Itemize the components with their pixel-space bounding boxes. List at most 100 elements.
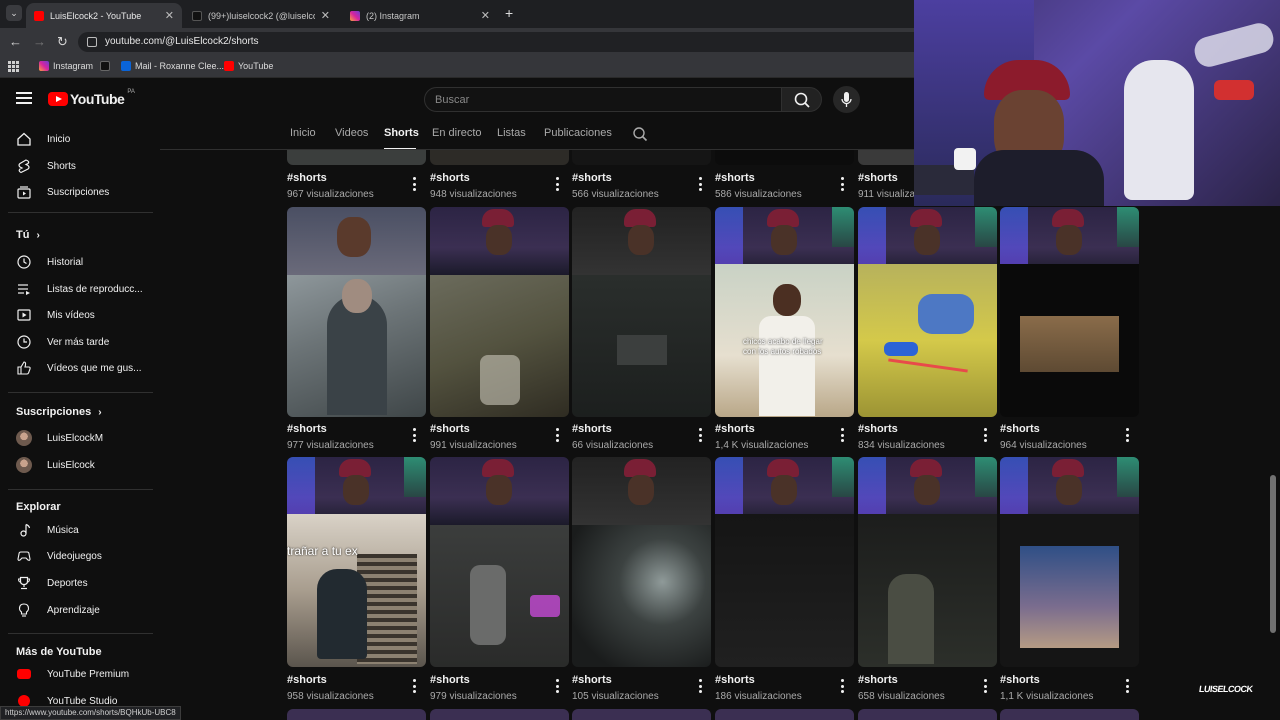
tab-shorts[interactable]: Shorts	[384, 127, 419, 139]
short-title[interactable]: #shorts	[287, 172, 327, 184]
sidebar-item-videos-gustan[interactable]: Vídeos que me gus...	[0, 355, 152, 381]
more-options-icon[interactable]	[1124, 428, 1130, 442]
more-options-icon[interactable]	[1124, 679, 1130, 693]
short-thumbnail[interactable]	[1000, 207, 1139, 417]
more-options-icon[interactable]	[554, 679, 560, 693]
short-title[interactable]: #shorts	[430, 674, 470, 686]
short-thumbnail[interactable]	[715, 150, 854, 165]
menu-icon[interactable]	[16, 92, 32, 104]
sidebar-item-inicio[interactable]: Inicio	[0, 126, 152, 152]
short-title[interactable]: #shorts	[858, 674, 898, 686]
close-tab-icon[interactable]: ✕	[321, 9, 330, 22]
short-title[interactable]: #shorts	[430, 172, 470, 184]
page-scrollbar[interactable]	[1270, 475, 1276, 633]
short-thumbnail[interactable]	[572, 457, 711, 667]
short-title[interactable]: #shorts	[715, 674, 755, 686]
more-options-icon[interactable]	[839, 177, 845, 191]
more-options-icon[interactable]	[554, 177, 560, 191]
short-title[interactable]: #shorts	[287, 423, 327, 435]
short-title[interactable]: #shorts	[1000, 423, 1040, 435]
short-thumbnail[interactable]	[715, 457, 854, 667]
channel-search-icon[interactable]	[632, 126, 648, 142]
bookmark-youtube[interactable]: YouTube	[224, 61, 273, 71]
short-thumbnail[interactable]	[572, 207, 711, 417]
tab-inicio[interactable]: Inicio	[290, 127, 316, 139]
youtube-logo[interactable]: YouTube PA	[48, 89, 135, 107]
short-thumbnail[interactable]	[858, 207, 997, 417]
short-thumbnail[interactable]	[715, 709, 854, 720]
tab-search-button[interactable]: ⌄	[6, 5, 22, 21]
sidebar-you-header[interactable]: Tú ›	[16, 229, 40, 241]
tab-tiktok[interactable]: (99+)luiselcock2 (@luiselcock2) ✕	[184, 3, 338, 28]
search-button[interactable]	[781, 87, 822, 112]
sidebar-item-historial[interactable]: Historial	[0, 249, 152, 275]
short-thumbnail[interactable]	[430, 709, 569, 720]
more-options-icon[interactable]	[839, 679, 845, 693]
short-title[interactable]: #shorts	[858, 423, 898, 435]
sidebar-sub-luiselcockm[interactable]: LuisElcockM	[0, 425, 152, 451]
more-options-icon[interactable]	[697, 428, 703, 442]
more-options-icon[interactable]	[411, 428, 417, 442]
short-title[interactable]: #shorts	[1000, 674, 1040, 686]
more-options-icon[interactable]	[982, 428, 988, 442]
short-title[interactable]: #shorts	[430, 423, 470, 435]
more-options-icon[interactable]	[697, 177, 703, 191]
short-title[interactable]: #shorts	[572, 172, 612, 184]
short-thumbnail[interactable]: trañar a tu ex	[287, 457, 426, 667]
short-thumbnail[interactable]	[287, 709, 426, 720]
site-info-icon[interactable]	[87, 37, 97, 47]
short-thumbnail[interactable]	[430, 207, 569, 417]
short-title[interactable]: #shorts	[858, 172, 898, 184]
tab-listas[interactable]: Listas	[497, 127, 526, 139]
new-tab-icon[interactable]: +	[505, 5, 513, 21]
short-thumbnail[interactable]	[430, 457, 569, 667]
more-options-icon[interactable]	[411, 177, 417, 191]
more-options-icon[interactable]	[554, 428, 560, 442]
voice-search-button[interactable]	[833, 86, 860, 113]
sidebar-item-videojuegos[interactable]: Videojuegos	[0, 543, 152, 569]
short-thumbnail[interactable]	[1000, 457, 1139, 667]
sidebar-item-ver-mas-tarde[interactable]: Ver más tarde	[0, 329, 152, 355]
back-arrow-icon[interactable]: ←	[9, 34, 22, 50]
more-options-icon[interactable]	[839, 428, 845, 442]
tab-publicaciones[interactable]: Publicaciones	[544, 127, 612, 139]
more-options-icon[interactable]	[982, 679, 988, 693]
short-thumbnail[interactable]	[572, 709, 711, 720]
tab-en-directo[interactable]: En directo	[432, 127, 482, 139]
reload-icon[interactable]: ↻	[57, 34, 68, 50]
apps-grid-icon[interactable]	[8, 61, 19, 72]
short-title[interactable]: #shorts	[572, 674, 612, 686]
tab-instagram[interactable]: (2) Instagram ✕	[342, 3, 498, 28]
sidebar-item-deportes[interactable]: Deportes	[0, 570, 152, 596]
tab-videos[interactable]: Videos	[335, 127, 368, 139]
short-thumbnail[interactable]	[858, 709, 997, 720]
sidebar-item-mis-videos[interactable]: Mis vídeos	[0, 302, 152, 328]
short-thumbnail[interactable]: chicos acabo de llegar con los autos rob…	[715, 207, 854, 417]
short-thumbnail[interactable]	[287, 207, 426, 417]
short-thumbnail[interactable]	[430, 150, 569, 165]
more-options-icon[interactable]	[411, 679, 417, 693]
bookmark-instagram[interactable]: Instagram	[39, 61, 93, 71]
sidebar-item-shorts[interactable]: Shorts	[0, 153, 152, 179]
sidebar-item-listas[interactable]: Listas de reproducc...	[0, 276, 152, 302]
sidebar-item-premium[interactable]: YouTube Premium	[0, 661, 152, 687]
tab-youtube[interactable]: LuisElcock2 - YouTube ✕	[26, 3, 182, 28]
close-tab-icon[interactable]: ✕	[165, 9, 174, 22]
short-thumbnail[interactable]	[1000, 709, 1139, 720]
bookmark-mail[interactable]: Mail - Roxanne Clee...	[121, 61, 224, 71]
short-title[interactable]: #shorts	[572, 423, 612, 435]
short-title[interactable]: #shorts	[715, 423, 755, 435]
short-thumbnail[interactable]	[858, 457, 997, 667]
more-options-icon[interactable]	[697, 679, 703, 693]
search-input[interactable]	[425, 88, 781, 111]
sidebar-sub-luiselcock[interactable]: LuisElcock	[0, 452, 152, 478]
short-thumbnail[interactable]	[572, 150, 711, 165]
sidebar-item-musica[interactable]: Música	[0, 517, 152, 543]
short-thumbnail[interactable]	[287, 150, 426, 165]
sidebar-subs-header[interactable]: Suscripciones ›	[16, 406, 102, 418]
sidebar-item-suscripciones[interactable]: Suscripciones	[0, 179, 152, 205]
forward-arrow-icon[interactable]: →	[33, 34, 46, 50]
bookmark-tiktok[interactable]	[100, 61, 114, 71]
short-title[interactable]: #shorts	[287, 674, 327, 686]
sidebar-item-aprendizaje[interactable]: Aprendizaje	[0, 597, 152, 623]
